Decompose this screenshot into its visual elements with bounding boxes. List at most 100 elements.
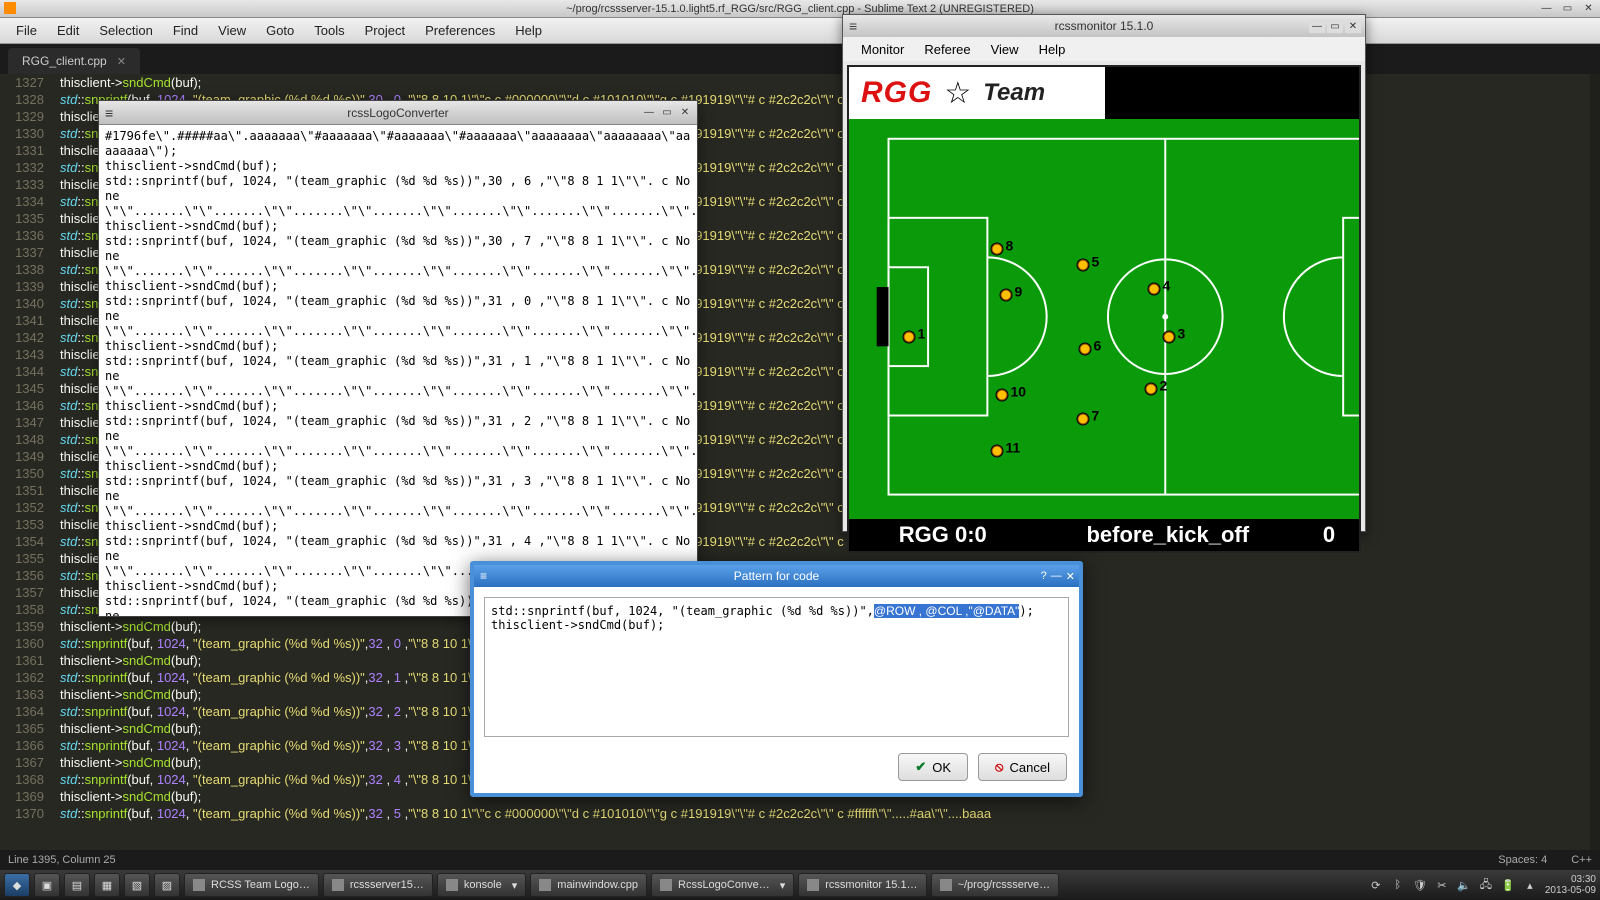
status-indent[interactable]: Spaces: 4 bbox=[1498, 854, 1547, 866]
shield-icon[interactable]: 🛡 bbox=[1413, 878, 1427, 892]
taskbar-item[interactable]: ~/prog/rcssserve… bbox=[931, 873, 1060, 897]
pattern-dialog: ≡ Pattern for code ? — ✕ std::snprintf(b… bbox=[470, 561, 1083, 797]
menu-file[interactable]: File bbox=[6, 20, 47, 41]
player-9[interactable]: 9 bbox=[1001, 290, 1012, 301]
menu-goto[interactable]: Goto bbox=[256, 20, 304, 41]
ok-button[interactable]: ✔OK bbox=[898, 753, 968, 781]
ball-count: 11 bbox=[1316, 72, 1329, 88]
soccer-field[interactable]: 1 2 3 4 5 6 7 8 9 10 11 bbox=[849, 119, 1359, 519]
window-menu-icon[interactable]: ≡ bbox=[849, 18, 857, 34]
app-icon bbox=[193, 879, 205, 891]
menu-edit[interactable]: Edit bbox=[47, 20, 89, 41]
launcher-filemanager[interactable]: ▣ bbox=[34, 873, 60, 897]
tab-close-icon[interactable]: ✕ bbox=[117, 55, 126, 68]
status-position: Line 1395, Column 25 bbox=[8, 854, 116, 866]
player-4[interactable]: 4 bbox=[1149, 284, 1160, 295]
player-8[interactable]: 8 bbox=[992, 244, 1003, 255]
player-11[interactable]: 11 bbox=[992, 446, 1003, 457]
menu-find[interactable]: Find bbox=[163, 20, 208, 41]
window-title: ~/prog/rcssserver-15.1.0.light5.rf_RGG/s… bbox=[566, 3, 1034, 15]
logo-converter-titlebar[interactable]: ≡ rcssLogoConverter — ▭ ✕ bbox=[99, 101, 697, 125]
rmenu-help[interactable]: Help bbox=[1029, 39, 1076, 60]
taskbar-item[interactable]: rcssmonitor 15.1… bbox=[798, 873, 926, 897]
player-5[interactable]: 5 bbox=[1078, 260, 1089, 271]
clipboard-icon[interactable]: ✂ bbox=[1435, 878, 1449, 892]
pattern-textarea[interactable]: std::snprintf(buf, 1024, "(team_graphic … bbox=[484, 597, 1069, 737]
close-icon[interactable]: ✕ bbox=[1581, 1, 1596, 15]
launcher-4[interactable]: ▨ bbox=[154, 873, 180, 897]
player-1[interactable]: 1 bbox=[904, 332, 915, 343]
close-icon[interactable]: ✕ bbox=[1345, 19, 1361, 33]
tray-icon[interactable]: ⟳ bbox=[1369, 878, 1383, 892]
field-lines bbox=[849, 119, 1359, 514]
rcssmonitor-title: rcssmonitor 15.1.0 bbox=[1055, 19, 1154, 33]
maximize-icon[interactable]: ▭ bbox=[659, 106, 675, 120]
ball-indicator: ●●●●●●●●●●●11 bbox=[1245, 72, 1329, 88]
team-logo-banner: RGG ☆ Team bbox=[849, 67, 1105, 119]
player-2[interactable]: 2 bbox=[1146, 384, 1157, 395]
close-icon[interactable]: ✕ bbox=[677, 106, 693, 120]
status-language[interactable]: C++ bbox=[1571, 854, 1592, 866]
menu-preferences[interactable]: Preferences bbox=[415, 20, 505, 41]
scorebar: RGG 0:0 before_kick_off 0 bbox=[849, 519, 1359, 551]
game-time: 0 bbox=[1299, 522, 1359, 548]
menu-selection[interactable]: Selection bbox=[89, 20, 162, 41]
rmenu-referee[interactable]: Referee bbox=[914, 39, 980, 60]
cancel-button[interactable]: ⦸Cancel bbox=[978, 753, 1067, 781]
minimap[interactable] bbox=[1590, 74, 1600, 850]
speaker-icon[interactable]: 🔈 bbox=[1457, 878, 1471, 892]
launcher-terminal[interactable]: ▤ bbox=[64, 873, 90, 897]
tab-label: RGG_client.cpp bbox=[22, 54, 107, 68]
menu-help[interactable]: Help bbox=[505, 20, 552, 41]
battery-icon[interactable]: 🔋 bbox=[1501, 878, 1515, 892]
app-icon bbox=[446, 879, 458, 891]
taskbar-item[interactable]: konsole▾ bbox=[437, 873, 526, 897]
minimize-icon[interactable]: — bbox=[1051, 570, 1062, 583]
logo-text-team: Team bbox=[983, 79, 1045, 107]
minimize-icon[interactable]: — bbox=[1309, 19, 1325, 33]
rcssmonitor-window: ≡ rcssmonitor 15.1.0 — ▭ ✕ MonitorRefere… bbox=[842, 14, 1366, 532]
player-10[interactable]: 10 bbox=[997, 390, 1008, 401]
minimize-icon[interactable]: — bbox=[641, 106, 657, 120]
maximize-icon[interactable]: ▭ bbox=[1560, 1, 1575, 15]
statusbar: Line 1395, Column 25 Spaces: 4 C++ bbox=[0, 850, 1600, 870]
close-icon[interactable]: ✕ bbox=[1066, 570, 1075, 583]
clock[interactable]: 03:30 2013-05-09 bbox=[1545, 874, 1596, 896]
window-menu-icon[interactable]: ≡ bbox=[480, 569, 487, 583]
logo-converter-window: ≡ rcssLogoConverter — ▭ ✕ #1796fe\".####… bbox=[98, 100, 698, 617]
maximize-icon[interactable]: ▭ bbox=[1327, 19, 1343, 33]
start-button[interactable]: ◆ bbox=[4, 873, 30, 897]
menu-project[interactable]: Project bbox=[355, 20, 415, 41]
clock-time: 03:30 bbox=[1545, 874, 1596, 885]
minimize-icon[interactable]: — bbox=[1539, 1, 1554, 15]
launcher-2[interactable]: ▦ bbox=[94, 873, 120, 897]
player-3[interactable]: 3 bbox=[1164, 332, 1175, 343]
game-state: before_kick_off bbox=[1037, 522, 1300, 548]
app-icon bbox=[940, 879, 952, 891]
taskbar-item[interactable]: RCSS Team Logo… bbox=[184, 873, 319, 897]
menu-tools[interactable]: Tools bbox=[304, 20, 354, 41]
bluetooth-icon[interactable]: ᛒ bbox=[1391, 878, 1405, 892]
player-7[interactable]: 7 bbox=[1078, 414, 1089, 425]
rmenu-view[interactable]: View bbox=[981, 39, 1029, 60]
logo-text-rgg: RGG bbox=[861, 76, 932, 110]
system-tray: ⟳ ᛒ 🛡 ✂ 🔈 🖧 🔋 ▴ 03:30 2013-05-09 bbox=[1369, 874, 1596, 896]
rmenu-monitor[interactable]: Monitor bbox=[851, 39, 914, 60]
window-menu-icon[interactable]: ≡ bbox=[105, 105, 113, 121]
menu-view[interactable]: View bbox=[208, 20, 256, 41]
rcssmonitor-titlebar[interactable]: ≡ rcssmonitor 15.1.0 — ▭ ✕ bbox=[843, 15, 1365, 37]
pattern-dialog-title: Pattern for code bbox=[734, 569, 819, 583]
taskbar-item[interactable]: mainwindow.cpp bbox=[530, 873, 647, 897]
pattern-dialog-titlebar[interactable]: ≡ Pattern for code ? — ✕ bbox=[474, 565, 1079, 587]
chevron-up-icon[interactable]: ▴ bbox=[1523, 878, 1537, 892]
cancel-icon: ⦸ bbox=[995, 759, 1003, 775]
help-icon[interactable]: ? bbox=[1041, 570, 1047, 583]
launcher-3[interactable]: ▧ bbox=[124, 873, 150, 897]
taskbar-item[interactable]: RcssLogoConve…▾ bbox=[651, 873, 794, 897]
logo-converter-text[interactable]: #1796fe\".#####aa\".aaaaaaa\"#aaaaaaa\"#… bbox=[99, 125, 697, 616]
editor-tab[interactable]: RGG_client.cpp ✕ bbox=[8, 48, 140, 74]
star-icon: ☆ bbox=[944, 76, 971, 111]
taskbar-item[interactable]: rcssserver15… bbox=[323, 873, 433, 897]
player-6[interactable]: 6 bbox=[1080, 344, 1091, 355]
network-icon[interactable]: 🖧 bbox=[1479, 878, 1493, 892]
